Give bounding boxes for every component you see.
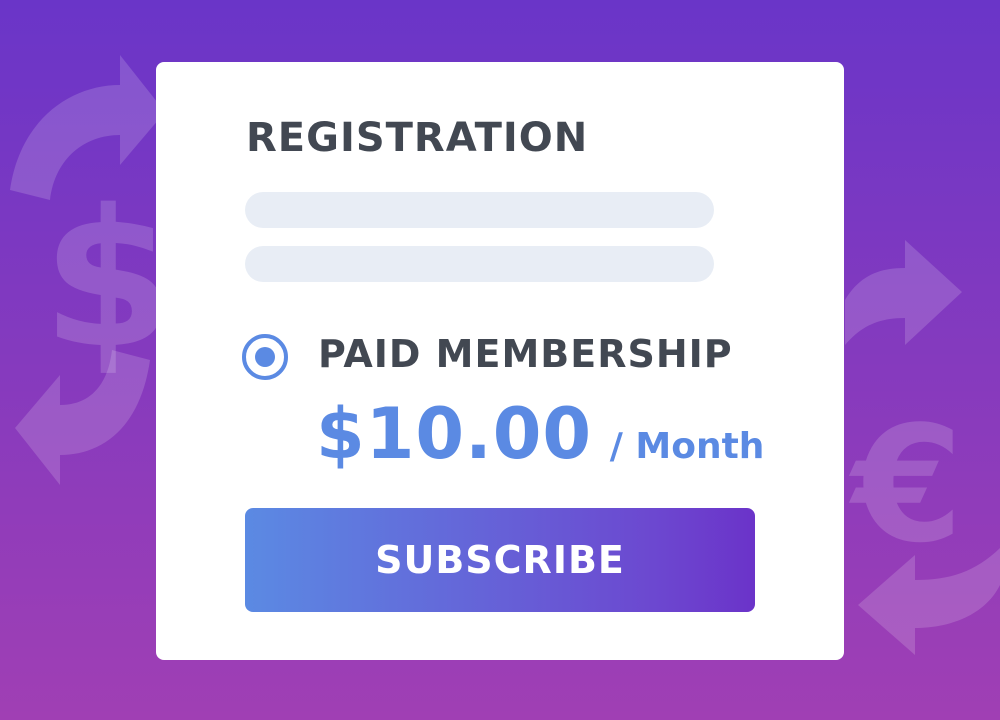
dollar-icon: $ (42, 169, 174, 390)
price-row: $10.00 / Month (316, 392, 764, 476)
registration-field-2[interactable] (245, 246, 714, 282)
price-period: / Month (609, 426, 765, 467)
paid-membership-radio[interactable] (242, 334, 288, 380)
registration-title: REGISTRATION (246, 115, 589, 161)
registration-card: REGISTRATION PAID MEMBERSHIP $10.00 / Mo… (156, 62, 844, 660)
price-amount: $10.00 (316, 393, 593, 475)
radio-selected-dot (255, 347, 275, 367)
euro-icon: € (848, 391, 963, 578)
registration-field-1[interactable] (245, 192, 714, 228)
subscribe-button[interactable]: SUBSCRIBE (245, 508, 755, 612)
paid-membership-label: PAID MEMBERSHIP (318, 332, 733, 376)
